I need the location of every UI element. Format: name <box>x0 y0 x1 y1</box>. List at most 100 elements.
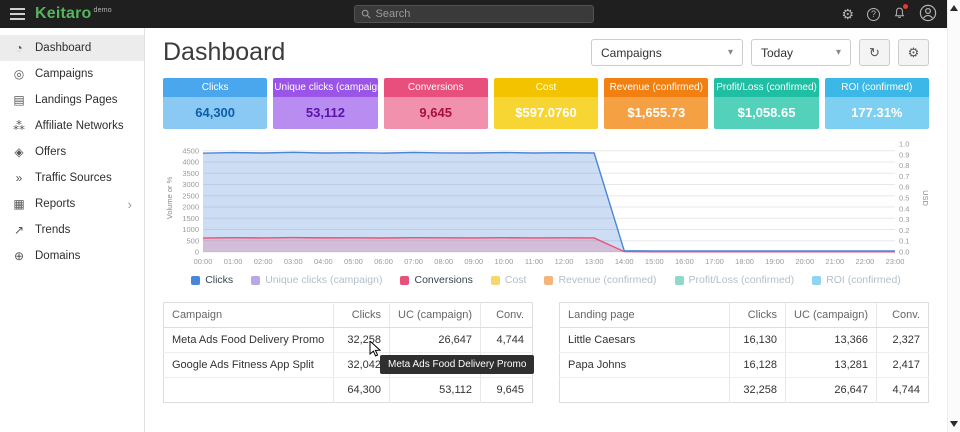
svg-text:03:00: 03:00 <box>284 257 303 266</box>
legend-swatch <box>544 276 553 285</box>
svg-text:0.2: 0.2 <box>899 226 909 235</box>
legend-label: Cost <box>505 274 527 286</box>
table-totals-row: 64,300 53,112 9,645 <box>164 378 533 403</box>
column-header[interactable]: Clicks <box>334 303 390 328</box>
app-logo[interactable]: Keitarodemo <box>35 5 112 23</box>
legend-item-revenue-confirmed[interactable]: Revenue (confirmed) <box>544 274 656 286</box>
sidebar-item-domains[interactable]: ⊕ Domains <box>0 243 144 269</box>
sidebar-item-campaigns[interactable]: ◎ Campaigns <box>0 61 144 87</box>
svg-text:1000: 1000 <box>182 225 199 234</box>
svg-text:11:00: 11:00 <box>525 257 543 266</box>
sidebar-item-label: Landings Pages <box>35 94 117 106</box>
sidebar-item-traffic-sources[interactable]: » Traffic Sources <box>0 165 144 191</box>
svg-text:21:00: 21:00 <box>825 257 844 266</box>
trend-icon: ↗ <box>12 223 26 237</box>
legend-swatch <box>251 276 260 285</box>
column-header[interactable]: Landing page <box>560 303 730 328</box>
legend-label: Unique clicks (campaign) <box>265 274 382 286</box>
legend-swatch <box>191 276 200 285</box>
column-header[interactable]: UC (campaign) <box>390 303 481 328</box>
table-row[interactable]: Little Caesars 16,130 13,366 2,327 <box>560 328 929 353</box>
main-content: Dashboard Campaigns ▾ Today ▾ ↻ ⚙ Clicks… <box>145 28 947 432</box>
metric-value: 9,645 <box>419 105 452 120</box>
dashboard-settings-button[interactable]: ⚙ <box>898 39 929 66</box>
sidebar-item-affiliate-networks[interactable]: ⁂ Affiliate Networks <box>0 113 144 139</box>
help-icon[interactable]: ? <box>867 8 880 21</box>
chart-plot: 0500100015002000250030003500400045000.00… <box>163 139 929 267</box>
scroll-up-icon[interactable] <box>950 5 958 11</box>
sidebar-item-trends[interactable]: ↗ Trends <box>0 217 144 243</box>
date-range-select[interactable]: Today ▾ <box>751 39 851 66</box>
svg-text:17:00: 17:00 <box>705 257 724 266</box>
svg-text:18:00: 18:00 <box>735 257 754 266</box>
metric-value: $1,655.73 <box>627 105 685 120</box>
legend-item-unique-clicks-campaign[interactable]: Unique clicks (campaign) <box>251 274 382 286</box>
legend-swatch <box>812 276 821 285</box>
svg-text:15:00: 15:00 <box>645 257 664 266</box>
svg-text:16:00: 16:00 <box>675 257 694 266</box>
legend-label: Profit/Loss (confirmed) <box>689 274 795 286</box>
scroll-down-icon[interactable] <box>950 421 958 427</box>
svg-text:22:00: 22:00 <box>856 257 875 266</box>
svg-text:4500: 4500 <box>182 146 199 155</box>
svg-text:09:00: 09:00 <box>464 257 483 266</box>
svg-text:3000: 3000 <box>182 180 199 189</box>
row-tooltip: Meta Ads Food Delivery Promo <box>380 355 534 374</box>
svg-text:1.0: 1.0 <box>899 140 909 149</box>
search-input[interactable] <box>376 8 587 20</box>
svg-text:08:00: 08:00 <box>434 257 453 266</box>
sidebar-item-label: Dashboard <box>35 42 91 54</box>
svg-text:20:00: 20:00 <box>795 257 814 266</box>
column-header[interactable]: Campaign <box>164 303 334 328</box>
svg-text:05:00: 05:00 <box>344 257 363 266</box>
svg-text:Volume or %: Volume or % <box>165 176 174 219</box>
demo-badge: demo <box>94 7 112 14</box>
dashboard-chart: 0500100015002000250030003500400045000.00… <box>163 139 929 286</box>
svg-text:07:00: 07:00 <box>404 257 423 266</box>
search-box <box>354 5 594 23</box>
table-row[interactable]: Meta Ads Food Delivery Promo 32,258 26,6… <box>164 328 533 353</box>
legend-item-profit-loss-confirmed[interactable]: Profit/Loss (confirmed) <box>675 274 795 286</box>
metric-card-clicks: Clicks 64,300 <box>163 78 267 129</box>
bell-icon[interactable] <box>893 6 906 22</box>
sidebar-item-offers[interactable]: ◈ Offers <box>0 139 144 165</box>
menu-icon[interactable] <box>10 8 25 20</box>
refresh-button[interactable]: ↻ <box>859 39 890 66</box>
gauge-icon: ◔ <box>12 41 26 55</box>
legend-swatch <box>675 276 684 285</box>
column-header[interactable]: UC (campaign) <box>786 303 877 328</box>
user-avatar-icon[interactable] <box>919 4 937 24</box>
sidebar-item-label: Campaigns <box>35 68 93 80</box>
legend-item-conversions[interactable]: Conversions <box>400 274 472 286</box>
svg-text:01:00: 01:00 <box>224 257 243 266</box>
column-header[interactable]: Conv. <box>877 303 929 328</box>
sidebar-item-label: Traffic Sources <box>35 172 112 184</box>
metric-card-unique-clicks: Unique clicks (campaign) 53,112 <box>273 78 377 129</box>
campaign-filter-select[interactable]: Campaigns ▾ <box>591 39 743 66</box>
svg-text:13:00: 13:00 <box>585 257 604 266</box>
svg-text:06:00: 06:00 <box>374 257 393 266</box>
gear-icon[interactable]: ⚙ <box>841 7 854 21</box>
column-header[interactable]: Clicks <box>730 303 786 328</box>
sidebar-item-dashboard[interactable]: ◔ Dashboard <box>0 35 144 61</box>
table-row[interactable]: Papa Johns 16,128 13,281 2,417 <box>560 353 929 378</box>
svg-text:12:00: 12:00 <box>555 257 574 266</box>
notification-dot <box>903 4 908 9</box>
legend-item-clicks[interactable]: Clicks <box>191 274 233 286</box>
legend-label: Conversions <box>414 274 472 286</box>
sidebar-item-reports[interactable]: ▦ Reports › <box>0 191 144 217</box>
svg-text:2500: 2500 <box>182 191 199 200</box>
sidebar-item-label: Trends <box>35 224 70 236</box>
svg-text:0.9: 0.9 <box>899 150 909 159</box>
sidebar-item-landings-pages[interactable]: ▤ Landings Pages <box>0 87 144 113</box>
svg-text:0: 0 <box>195 248 199 257</box>
legend-item-roi-confirmed[interactable]: ROI (confirmed) <box>812 274 901 286</box>
svg-text:4000: 4000 <box>182 158 199 167</box>
search-icon <box>361 9 371 19</box>
svg-text:14:00: 14:00 <box>615 257 634 266</box>
legend-item-cost[interactable]: Cost <box>491 274 527 286</box>
page-title: Dashboard <box>163 38 285 67</box>
page-scrollbar[interactable] <box>947 0 960 432</box>
metric-value: 177.31% <box>851 105 902 120</box>
column-header[interactable]: Conv. <box>481 303 533 328</box>
